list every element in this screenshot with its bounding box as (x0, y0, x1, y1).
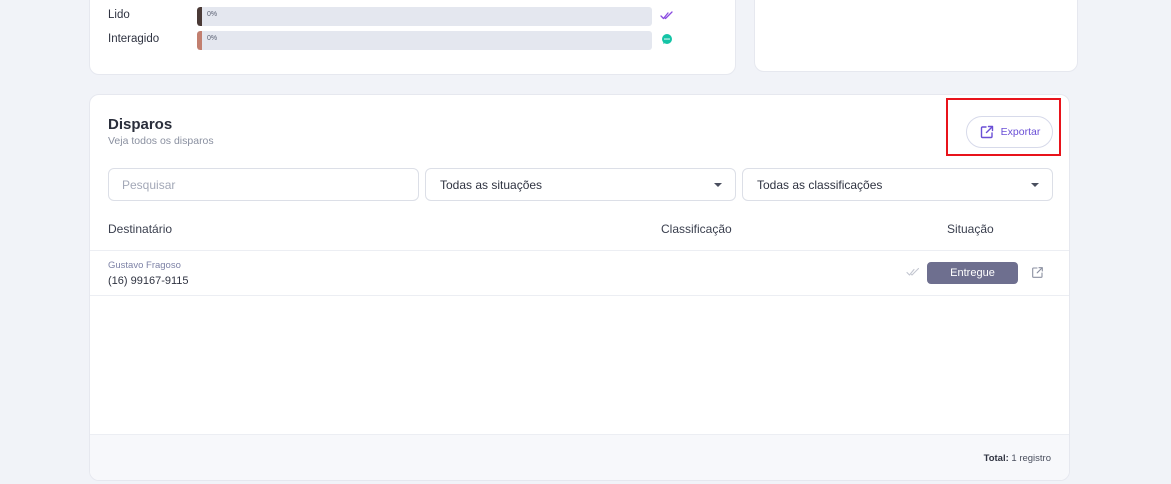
chat-bubble-icon (662, 34, 672, 44)
metric-label: Interagido (108, 33, 160, 45)
column-header-classification: Classificação (661, 222, 732, 236)
progress-bar: 0% (197, 7, 652, 26)
status-badge: Entregue (927, 262, 1018, 284)
total-value: 1 registro (1011, 453, 1051, 464)
row-divider (90, 295, 1069, 296)
progress-fill (197, 7, 202, 26)
progress-bar: 0% (197, 31, 652, 50)
classifications-select[interactable]: Todas as classificações (742, 168, 1053, 201)
situations-select-value: Todas as situações (440, 178, 543, 192)
export-button[interactable]: Exportar (966, 116, 1053, 148)
classifications-select-value: Todas as classificações (757, 178, 883, 192)
progress-percent: 0% (207, 11, 218, 18)
recipient-name: Gustavo Fragoso (108, 260, 181, 271)
external-link-icon (980, 125, 993, 139)
column-header-situation: Situação (947, 222, 994, 236)
export-button-label: Exportar (1000, 126, 1041, 138)
metric-label: Lido (108, 9, 130, 21)
disparos-card: Disparos Veja todos os disparos Exportar… (89, 94, 1070, 481)
external-link-icon[interactable] (1031, 266, 1044, 279)
total-count: Total: 1 registro (984, 453, 1051, 464)
situations-select[interactable]: Todas as situações (425, 168, 736, 201)
progress-fill (197, 31, 202, 50)
section-title: Disparos (108, 116, 173, 133)
caret-down-icon (1031, 183, 1039, 187)
recipient-phone: (16) 99167-9115 (108, 275, 189, 287)
search-input[interactable] (108, 168, 419, 201)
caret-down-icon (714, 183, 722, 187)
table-footer: Total: 1 registro (90, 434, 1069, 480)
total-label: Total: (983, 453, 1009, 464)
column-header-recipient: Destinatário (108, 222, 173, 236)
double-check-icon (906, 267, 920, 276)
section-subtitle: Veja todos os disparos (108, 135, 214, 147)
engagement-stats-card: Lido 0% Interagido 0% (89, 0, 736, 75)
progress-percent: 0% (207, 35, 218, 42)
side-card (754, 0, 1078, 72)
metric-row-lido: Lido 0% (108, 7, 673, 27)
header-divider (90, 250, 1069, 251)
double-check-icon (660, 11, 673, 20)
metric-row-interagido: Interagido 0% (108, 31, 672, 51)
